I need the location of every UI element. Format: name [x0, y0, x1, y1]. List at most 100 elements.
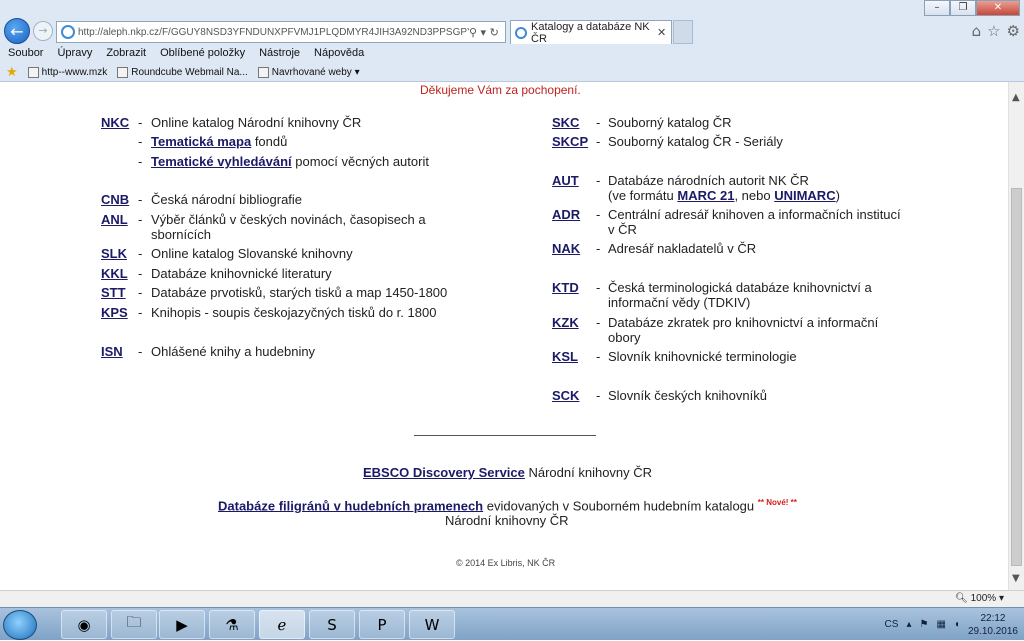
roundcube-icon [117, 66, 129, 78]
dash: - [138, 285, 143, 300]
new-tab-button[interactable] [673, 20, 693, 44]
app-icon[interactable]: ⚗ [209, 610, 255, 639]
ebsco-desc: Národní knihovny ČR [524, 465, 653, 480]
link-nak[interactable]: NAK [552, 241, 580, 256]
tab-title: Katalogy a databáze NK ČR [531, 20, 650, 45]
link-kkl[interactable]: KKL [101, 266, 128, 281]
fav-roundcube[interactable]: Roundcube Webmail Na... [117, 66, 248, 78]
dash: - [138, 115, 143, 130]
word-icon[interactable]: W [409, 610, 455, 639]
tab-katalogy[interactable]: Katalogy a databáze NK ČR ✕ [510, 20, 672, 45]
dash: - [138, 305, 143, 320]
search-refresh-icons[interactable]: ⚲ ▾ ↻ [469, 26, 505, 39]
dash: - [596, 241, 601, 256]
menu-zobrazit[interactable]: Zobrazit [106, 47, 146, 59]
link-nkc[interactable]: NKC [101, 115, 129, 130]
desc-kzk-1: Databáze zkratek pro knihovnictví a info… [608, 315, 879, 330]
language-indicator[interactable]: CS [885, 619, 899, 630]
scroll-down-icon[interactable]: ▼ [1012, 573, 1020, 584]
link-kzk[interactable]: KZK [552, 315, 579, 330]
link-cnb[interactable]: CNB [101, 192, 129, 207]
link-ebsco[interactable]: EBSCO Discovery Service [363, 465, 525, 480]
desc-sck: Slovník českých knihovníků [608, 388, 767, 403]
dash: - [138, 266, 143, 281]
system-tray: CS ▴ ⚑ ▦ ◖ 22:12 29.10.2016 [885, 608, 1024, 641]
scroll-up-icon[interactable]: ▲ [1012, 92, 1020, 103]
link-adr[interactable]: ADR [552, 207, 580, 222]
link-tematicka-mapa[interactable]: Tematická mapa [151, 134, 251, 149]
forward-button[interactable]: → [33, 21, 53, 41]
volume-icon[interactable]: ◖ [954, 619, 960, 630]
chrome-icon[interactable]: ◉ [61, 610, 107, 639]
network-icon[interactable]: ▦ [936, 619, 945, 630]
zoom-value: 100% [970, 593, 997, 604]
link-stt[interactable]: STT [101, 285, 126, 300]
link-tematicke-vyhledavani[interactable]: Tematické vyhledávání [151, 154, 292, 169]
home-icon[interactable]: ⌂ [972, 22, 982, 40]
back-button[interactable]: ← [4, 18, 30, 44]
menu-upravy[interactable]: Úpravy [57, 47, 92, 59]
fav-mzk[interactable]: http--www.mzk [27, 66, 107, 78]
skype-icon[interactable]: S [309, 610, 355, 639]
desc-skcp: Souborný katalog ČR - Seriály [608, 134, 783, 149]
tray-arrow-icon[interactable]: ▴ [906, 619, 911, 630]
explorer-folder-icon[interactable]: 🗀 [111, 610, 157, 639]
link-marc21[interactable]: MARC 21 [677, 188, 734, 203]
desc-tematicka-mapa: fondů [251, 134, 288, 149]
desc-stt: Databáze prvotisků, starých tisků a map … [151, 285, 448, 300]
link-skc[interactable]: SKC [552, 115, 579, 130]
link-filigrany[interactable]: Databáze filigránů v hudebních pramenech [218, 498, 483, 513]
menu-napoveda[interactable]: Nápověda [314, 47, 364, 59]
favorites-star-icon[interactable]: ★ [6, 65, 18, 80]
desc-ktd-2: informační vědy (TDKIV) [608, 295, 751, 310]
zoom-level[interactable]: 🔍︎ 100% ▾ [955, 593, 1004, 604]
fav-navrhovane[interactable]: Navrhované weby ▾ [257, 66, 360, 78]
desc-kzk-2: obory [608, 330, 641, 345]
desc-aut-1: Databáze národních autorit NK ČR [608, 173, 809, 188]
tab-ie-icon [515, 26, 527, 39]
scroll-thumb[interactable] [1011, 188, 1022, 566]
link-unimarc[interactable]: UNIMARC [774, 188, 835, 203]
dash: - [596, 349, 601, 364]
link-aut[interactable]: AUT [552, 173, 579, 188]
link-isn[interactable]: ISN [101, 344, 123, 359]
fav-navrhovane-label: Navrhované weby ▾ [271, 66, 360, 78]
desc-aut-end: ) [835, 188, 840, 203]
menu-nastroje[interactable]: Nástroje [259, 47, 300, 59]
minimize-button[interactable]: – [924, 0, 950, 16]
desc-anl-2: sbornících [151, 227, 211, 242]
filigran-line-2: Národní knihovny ČR [445, 513, 569, 528]
copyright: © 2014 Ex Libris, NK ČR [456, 558, 556, 568]
dash: - [596, 115, 601, 130]
internet-explorer-icon[interactable]: ℯ [259, 610, 305, 639]
desc-tematicke-vyhledavani: pomocí věcných autorit [291, 154, 429, 169]
filigran-desc: evidovaných v Souborném hudebním katalog… [483, 498, 755, 514]
link-slk[interactable]: SLK [101, 246, 127, 261]
address-url[interactable]: http://aleph.nkp.cz/F/GGUY8NSD3YFNDUNXPF… [78, 27, 469, 38]
close-window-button[interactable]: ✕ [976, 0, 1020, 16]
taskbar: ◉ 🗀 ▶ ⚗ ℯ S P W CS ▴ ⚑ ▦ ◖ 22:12 29.10.2… [0, 607, 1024, 640]
link-anl[interactable]: ANL [101, 212, 128, 227]
restore-button[interactable]: ❐ [950, 0, 976, 16]
link-ksl[interactable]: KSL [552, 349, 578, 364]
gear-icon[interactable]: ⚙ [1007, 22, 1020, 40]
favorites-star-icon[interactable]: ☆ [987, 22, 1000, 40]
address-bar[interactable]: http://aleph.nkp.cz/F/GGUY8NSD3YFNDUNXPF… [56, 21, 506, 43]
flag-icon[interactable]: ⚑ [919, 619, 928, 630]
link-ktd[interactable]: KTD [552, 280, 579, 295]
menu-oblibene[interactable]: Oblíbené položky [160, 47, 245, 59]
clock[interactable]: 22:12 29.10.2016 [968, 612, 1018, 638]
desc-adr-1: Centrální adresář knihoven a informačníc… [608, 207, 901, 222]
menu-soubor[interactable]: Soubor [8, 47, 43, 59]
link-sck[interactable]: SCK [552, 388, 579, 403]
link-kps[interactable]: KPS [101, 305, 128, 320]
vertical-scrollbar[interactable]: ▲ ▼ [1008, 82, 1024, 590]
dash: - [138, 344, 143, 359]
link-skcp[interactable]: SKCP [552, 134, 588, 149]
start-button[interactable] [3, 610, 37, 640]
media-player-icon[interactable]: ▶ [159, 610, 205, 639]
tab-close-icon[interactable]: ✕ [657, 26, 671, 39]
dash: - [138, 134, 143, 149]
powerpoint-icon[interactable]: P [359, 610, 405, 639]
fav-roundcube-label: Roundcube Webmail Na... [131, 66, 248, 78]
